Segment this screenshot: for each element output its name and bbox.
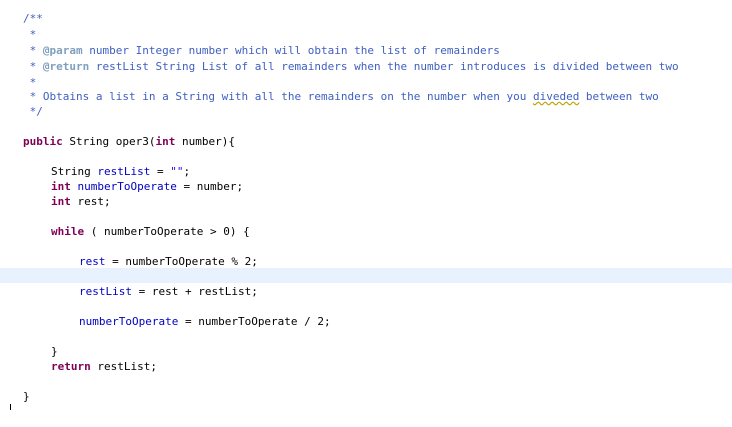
doc-blank-line: * <box>23 28 37 41</box>
code-line-close-while: } <box>51 345 58 358</box>
editor-ruler-mark <box>10 404 11 410</box>
code-line-divide: numberToOperate = numberToOperate / 2; <box>79 315 331 328</box>
code-line-close-method: } <box>23 390 30 403</box>
code-line-restlist-assign: restList = rest + restList; <box>79 285 258 298</box>
doc-description-line: * Obtains a list in a String with all th… <box>23 90 659 103</box>
doc-open: /** <box>23 12 43 25</box>
doc-close: */ <box>23 105 43 118</box>
code-editor[interactable]: /** * * @param number Integer number whi… <box>0 0 732 427</box>
current-line-highlight <box>0 268 732 283</box>
method-signature: public String oper3(int number){ <box>23 135 235 148</box>
doc-param-line: * @param number Integer number which wil… <box>23 44 500 57</box>
code-line-return: return restList; <box>51 360 157 373</box>
code-line-numbertooperate-decl: int numberToOperate = number; <box>51 180 244 193</box>
doc-return-line: * @return restList String List of all re… <box>23 60 679 73</box>
doc-blank-line: * <box>23 76 37 89</box>
code-line-while: while ( numberToOperate > 0) { <box>51 225 250 238</box>
code-line-rest-assign: rest = numberToOperate % 2; <box>79 255 258 268</box>
code-line-restlist-decl: String restList = ""; <box>51 165 191 178</box>
code-line-rest-decl: int rest; <box>51 195 111 208</box>
spelling-warning: diveded <box>532 90 580 103</box>
